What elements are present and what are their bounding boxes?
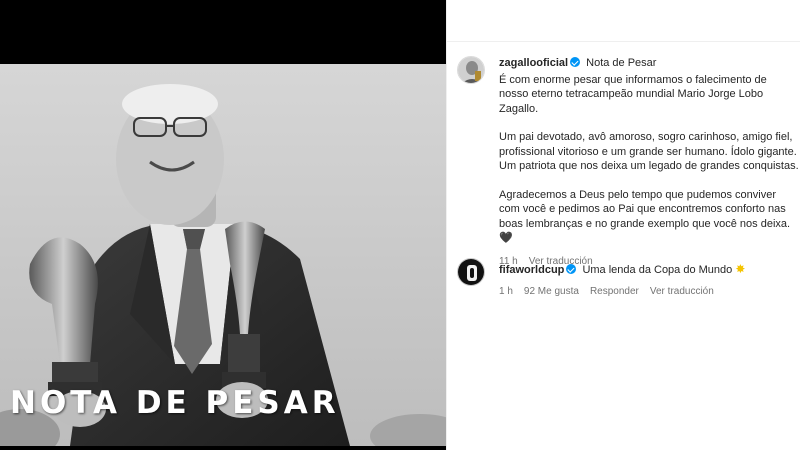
comment-translate-link[interactable]: Ver traducción (650, 286, 714, 297)
zagallo-avatar-icon (458, 57, 484, 83)
comment-author-username[interactable]: fifaworldcup (499, 264, 564, 276)
caption-paragraph-1: É com enorme pesar que informamos o fale… (499, 73, 767, 115)
comment-body: fifaworldcup Uma lenda da Copa do Mundo … (499, 262, 799, 299)
comments-panel: zagallooficial Nota de Pesar É com enorm… (447, 0, 800, 450)
post-caption: zagallooficial Nota de Pesar É com enorm… (457, 56, 799, 267)
nota-de-pesar-overlay: NOTA DE PESAR (10, 385, 340, 421)
post-title: Nota de Pesar (586, 57, 657, 69)
caption-paragraph-2: Um pai devotado, avô amoroso, sogro cari… (499, 131, 799, 172)
media-top-band (0, 0, 446, 64)
avatar-zagallooficial[interactable] (457, 56, 485, 84)
sparkle-icon: ✸ (735, 262, 746, 276)
caption-paragraph-3-text: Agradecemos a Deus pelo tempo que pudemo… (499, 188, 791, 230)
comment-text: Uma lenda da Copa do Mundo (582, 264, 733, 276)
reply-button[interactable]: Responder (590, 286, 639, 297)
post-media[interactable]: NOTA DE PESAR (0, 0, 446, 450)
black-heart-icon: 🖤 (499, 232, 513, 244)
verified-badge-icon (570, 57, 581, 67)
avatar-fifaworldcup[interactable] (457, 258, 485, 286)
comment-time: 1 h (499, 285, 513, 297)
comment-fifaworldcup: fifaworldcup Uma lenda da Copa do Mundo … (457, 258, 797, 308)
fifa-avatar-icon (458, 259, 484, 285)
verified-badge-icon (566, 264, 577, 274)
comment-meta: 1 h 92 Me gusta Responder Ver traducción (499, 285, 799, 300)
panel-header (447, 0, 800, 42)
comment-text-line: fifaworldcup Uma lenda da Copa do Mundo … (499, 262, 799, 278)
author-username[interactable]: zagallooficial (499, 57, 568, 69)
caption-paragraph-3: Agradecemos a Deus pelo tempo que pudemo… (499, 188, 799, 246)
caption-header: zagallooficial Nota de Pesar (499, 56, 799, 71)
caption-body: zagallooficial Nota de Pesar É com enorm… (499, 56, 799, 269)
comment-likes[interactable]: 92 Me gusta (524, 286, 579, 297)
